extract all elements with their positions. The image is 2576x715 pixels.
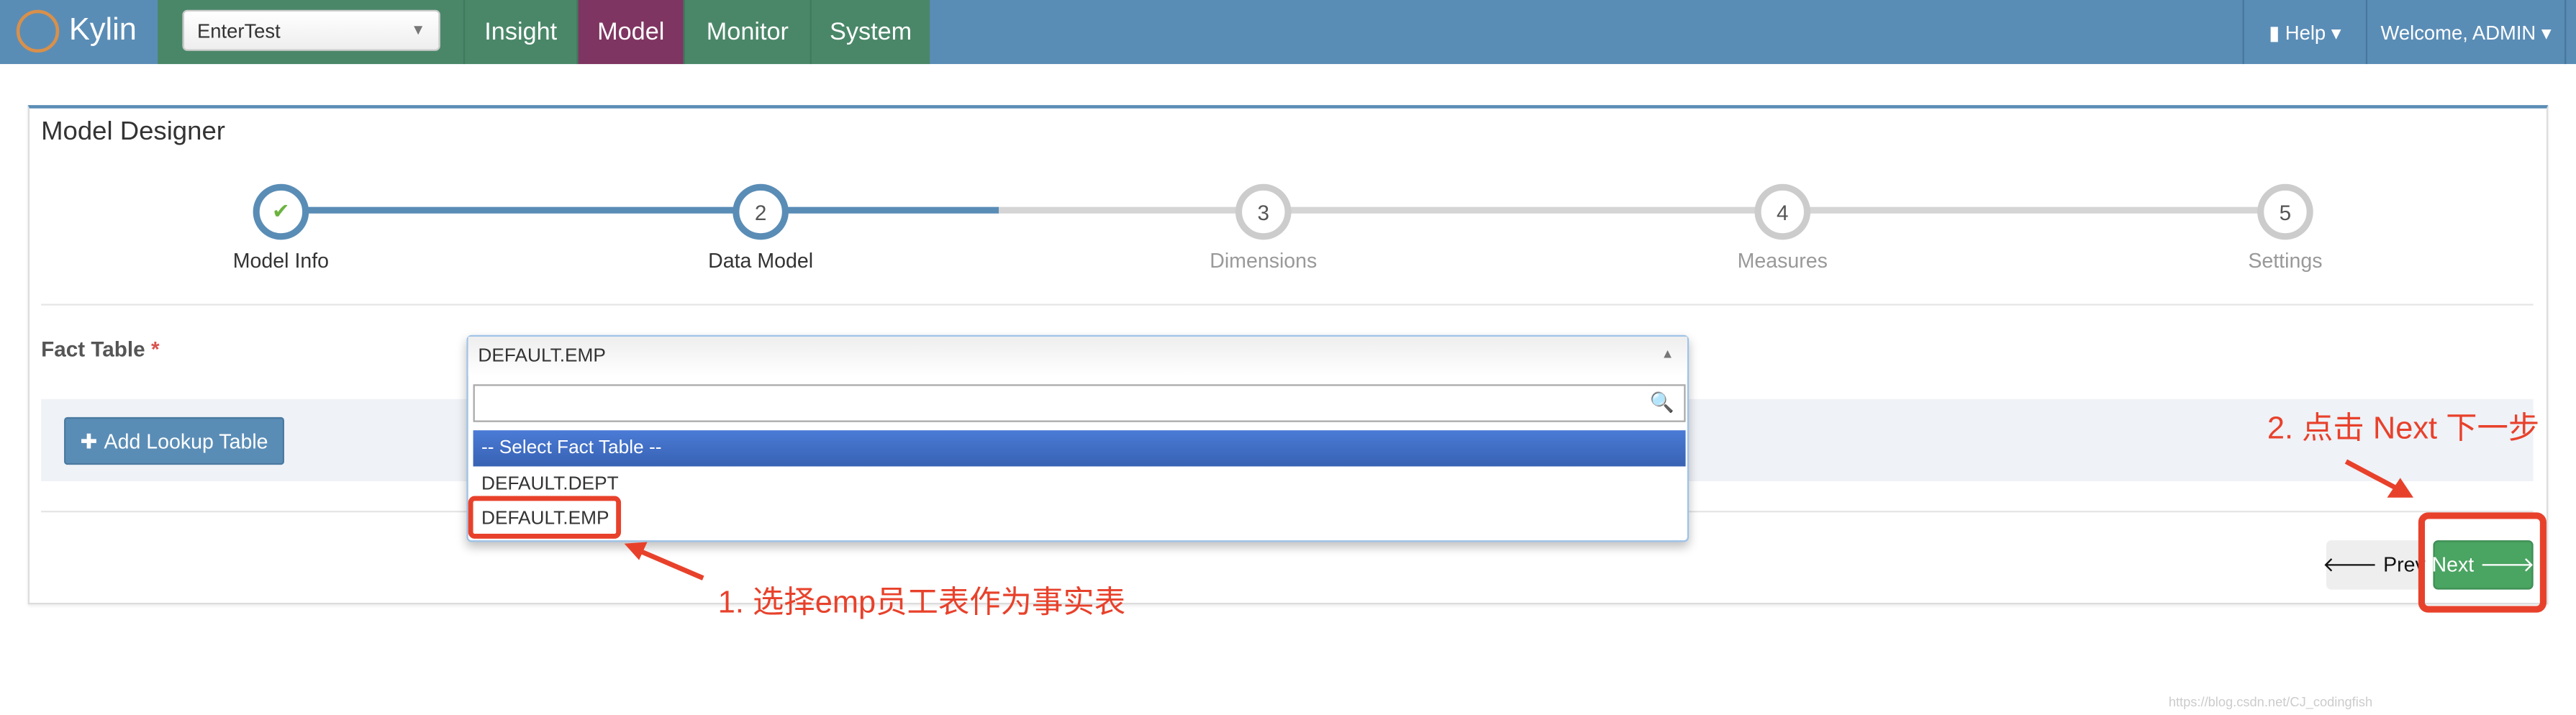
annotation-arrow-2 xyxy=(2344,459,2400,492)
annotation-step-2: 2. 点击 Next 下一步 xyxy=(2267,412,2540,447)
annotation-arrow-1 xyxy=(632,546,704,580)
watermark: https://blog.csdn.net/CJ_codingfish xyxy=(2168,694,2373,710)
annotation-step-1: 1. 选择emp员工表作为事实表 xyxy=(717,586,1126,621)
annotation-arrows xyxy=(624,459,2414,580)
